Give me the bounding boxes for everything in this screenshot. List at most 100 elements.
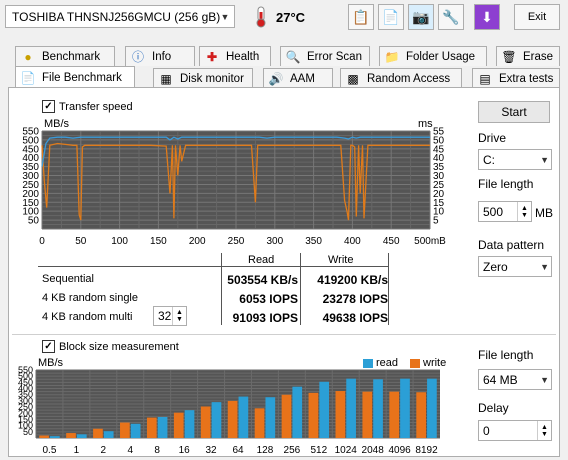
- file-length-value: 500: [483, 204, 504, 219]
- x-tick-label: 1024: [335, 445, 358, 456]
- file-icon: 📄: [20, 70, 36, 85]
- spinner-arrows-icon[interactable]: ▲ ▼: [537, 421, 551, 440]
- block-file-length-select[interactable]: 64 MB ▼: [478, 369, 552, 390]
- copy-button[interactable]: 📋: [348, 4, 374, 30]
- section-separator: [12, 334, 556, 335]
- random-single-read: 6053 IOPS: [239, 292, 298, 306]
- tab-random-access[interactable]: ▩ Random Access: [340, 68, 462, 88]
- exit-button-label: Exit: [527, 11, 547, 23]
- x-tick-label: 8: [154, 445, 160, 456]
- chevron-down-icon: ▼: [540, 374, 549, 385]
- data-pattern-select[interactable]: Zero ▼: [478, 256, 552, 277]
- bar-read: [76, 434, 87, 438]
- copy-icon: 📋: [352, 8, 370, 25]
- results-divider: [300, 253, 301, 325]
- bar-write: [146, 417, 157, 438]
- results-divider: [38, 266, 388, 267]
- tab-label: File Benchmark: [42, 71, 122, 84]
- random-multi-label: 4 KB random multi: [42, 311, 133, 323]
- tab-error-scan[interactable]: 🔍 Error Scan: [280, 46, 370, 66]
- tab-health[interactable]: ✚ Health: [199, 46, 271, 66]
- x-tick-label: 300: [266, 236, 283, 247]
- bar-write: [362, 391, 373, 438]
- health-cross-icon: ✚: [206, 49, 218, 64]
- x-tick-label: 200: [189, 236, 206, 247]
- tab-file-benchmark[interactable]: 📄 File Benchmark: [15, 66, 135, 88]
- drive-label: Drive: [478, 131, 507, 145]
- queue-depth-spinner[interactable]: 32 ▲ ▼: [153, 306, 187, 326]
- bar-write: [39, 435, 49, 438]
- bar-read: [292, 386, 303, 438]
- x-tick-label: 4: [127, 445, 133, 456]
- chevron-down-icon: ▼: [540, 154, 549, 165]
- options-button[interactable]: 🔧: [438, 4, 464, 30]
- bar-write: [200, 406, 211, 438]
- x-tick-label: 32: [206, 445, 218, 456]
- tab-label: AAM: [290, 72, 315, 85]
- transfer-speed-checkbox[interactable]: ✓ Transfer speed: [42, 100, 133, 113]
- save-button[interactable]: ⬇: [474, 4, 500, 30]
- x-tick-label: 4096: [388, 445, 411, 456]
- read-header: Read: [248, 254, 275, 266]
- x-tick-label: 350: [305, 236, 322, 247]
- x-tick-label: 16: [179, 445, 191, 456]
- block-size-chart: 550500450400350300250200150100500.5 1 2 4 8 1…: [18, 366, 440, 456]
- x-tick-label: 2048: [362, 445, 385, 456]
- tab-benchmark[interactable]: ● Benchmark: [15, 46, 115, 66]
- exit-button[interactable]: Exit: [514, 4, 560, 30]
- data-pattern-label: Data pattern: [478, 238, 545, 252]
- tab-erase[interactable]: 🗑 Erase: [496, 46, 560, 66]
- checkmark-icon: ✓: [42, 100, 55, 113]
- speaker-icon: 🔊: [268, 71, 284, 86]
- spinner-arrows-icon[interactable]: ▲ ▼: [172, 307, 186, 325]
- copy-text-button[interactable]: 📄: [378, 4, 404, 30]
- tab-label: Random Access: [367, 72, 451, 85]
- random-multi-write: 49638 IOPS: [322, 311, 388, 325]
- x-tick-label: 150: [150, 236, 167, 247]
- thermometer-icon: [250, 5, 272, 29]
- tab-extra-tests[interactable]: ▤ Extra tests: [472, 68, 560, 88]
- x-tick-label: 250: [228, 236, 245, 247]
- spinner-arrows-icon[interactable]: ▲ ▼: [517, 202, 531, 221]
- tab-label: Health: [226, 50, 260, 63]
- tab-disk-monitor[interactable]: ▦ Disk monitor: [153, 68, 253, 88]
- x-tick-label: 256: [284, 445, 301, 456]
- drive-select[interactable]: TOSHIBA THNSNJ256GMCU (256 gB) ▼: [5, 5, 235, 28]
- bar-read: [130, 423, 141, 438]
- file-length-spinner[interactable]: 500 ▲ ▼: [478, 201, 532, 222]
- bar-write: [66, 433, 76, 438]
- x-tick-label: 8192: [415, 445, 438, 456]
- drive-letter-select[interactable]: C: ▼: [478, 149, 552, 170]
- chevron-down-icon: ▼: [220, 11, 230, 22]
- x-tick-label: 64: [232, 445, 244, 456]
- temperature-value: 27°C: [276, 10, 306, 25]
- data-pattern-value: Zero: [483, 259, 508, 274]
- file-length-unit: MB: [535, 206, 553, 220]
- info-icon: ⓘ: [131, 50, 144, 64]
- start-label: Start: [501, 105, 527, 119]
- tab-aam[interactable]: 🔊 AAM: [263, 68, 333, 88]
- bar-read: [50, 436, 60, 438]
- screenshot-button[interactable]: 📷: [408, 4, 434, 30]
- transfer-speed-chart: 5505004504003503002502001501005055504540…: [22, 127, 446, 248]
- tab-label: Erase: [523, 50, 554, 63]
- extra-tests-icon: ▤: [479, 71, 491, 86]
- x-tick-label: 128: [257, 445, 274, 456]
- tab-folder-usage[interactable]: 📁 Folder Usage: [379, 46, 487, 66]
- block-size-checkbox[interactable]: ✓ Block size measurement: [42, 340, 179, 353]
- x-tick-label: 50: [75, 236, 87, 247]
- tab-info[interactable]: ⓘ Info: [125, 46, 195, 66]
- transfer-speed-label: Transfer speed: [59, 100, 133, 113]
- x-tick-label: 500mB: [414, 236, 446, 247]
- start-button[interactable]: Start: [478, 101, 550, 123]
- write-header: Write: [328, 254, 354, 266]
- bar-write: [389, 391, 400, 438]
- y-tick-label: 50: [23, 427, 33, 437]
- bar-write: [416, 392, 426, 438]
- y2-tick-label: 5: [433, 216, 439, 227]
- x-tick-label: 0.5: [43, 445, 57, 456]
- monitor-icon: ▦: [160, 71, 172, 86]
- sequential-label: Sequential: [42, 273, 94, 285]
- delay-spinner[interactable]: 0 ▲ ▼: [478, 420, 552, 441]
- folder-icon: 📁: [384, 49, 400, 64]
